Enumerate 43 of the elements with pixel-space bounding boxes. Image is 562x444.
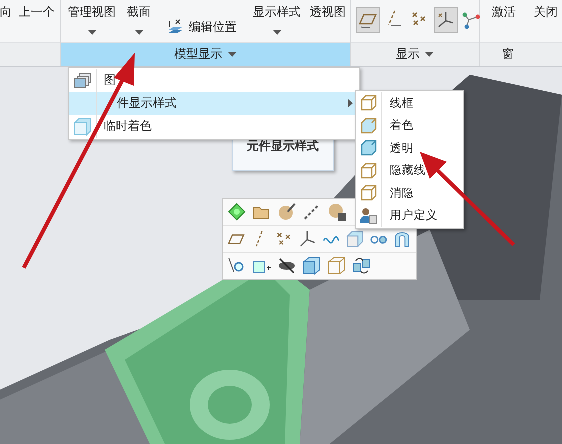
wire-cube-icon[interactable] [327,256,347,276]
caret-icon [228,52,236,57]
toggle-button[interactable] [434,7,458,33]
edit-position-button[interactable]: 编辑位置 [167,18,237,36]
no-hidden-cube-icon [360,184,378,202]
user-icon [360,206,378,225]
submenu-item[interactable]: 用户定义 [356,204,463,227]
group-tab[interactable]: 显示 [351,42,479,66]
hidden-line-cube-icon [360,162,378,180]
layers-icon [74,72,92,88]
shaded-cube-icon[interactable] [302,256,322,276]
caret-icon [134,30,144,35]
hide-eye-icon[interactable] [277,256,297,276]
caret-icon [88,30,96,35]
dropdown-button[interactable]: 管理视图 [66,4,118,35]
toggle-button[interactable] [356,7,380,33]
group-label: 模型显示 [174,46,222,63]
caret-icon [272,30,282,35]
wireframe-cube-icon [360,94,378,112]
swap-icon[interactable] [352,256,372,276]
ribbon-button[interactable]: 上一个 [19,4,55,21]
shaded-cube-icon [360,116,378,135]
submenu-item[interactable]: 消隐 [356,182,463,204]
edit-position-icon [167,18,185,36]
ribbon-button[interactable]: 向 [0,4,12,21]
caret-icon [425,52,434,57]
sphere-pencil-icon[interactable] [277,202,297,222]
target-icon[interactable] [227,202,247,222]
submenu-item[interactable]: 着色 [356,114,463,137]
transparent-cube-icon [360,139,378,158]
coordinate-system-icon[interactable] [298,229,317,249]
dropdown-button[interactable]: 显示样式 [251,4,303,35]
group-tab[interactable]: 模型显示 [61,42,350,66]
material-sphere-icon[interactable] [327,202,347,222]
box-icon[interactable] [346,229,364,249]
group-label: 窗 [502,46,514,63]
group-label: 显示 [396,46,420,63]
dropdown-button[interactable]: 截面 [125,4,153,35]
ribbon-button[interactable]: 关闭 [534,4,558,21]
ribbon-button[interactable]: 激活 [492,4,516,21]
perspective-button[interactable]: 透视图 [310,4,346,21]
cube-icon [74,118,92,136]
submenu-item[interactable]: 线框 [356,92,463,114]
